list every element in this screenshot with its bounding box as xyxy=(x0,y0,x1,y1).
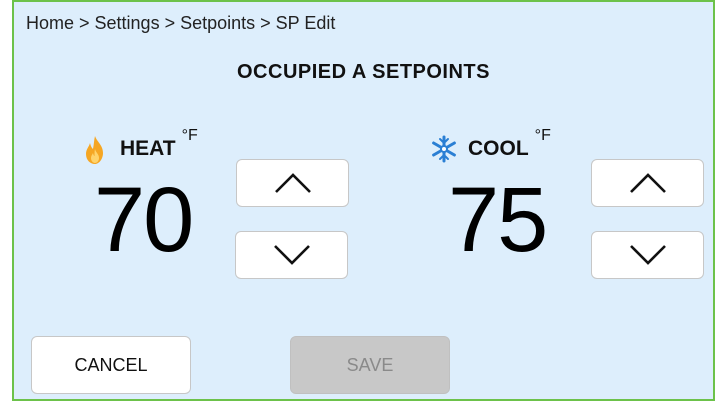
heat-label-group: HEAT °F xyxy=(82,127,198,165)
heat-setpoint-value: 70 xyxy=(94,169,194,271)
chevron-down-icon xyxy=(629,245,666,265)
heat-unit: °F xyxy=(181,127,198,144)
cool-label: COOL xyxy=(468,137,529,160)
flame-icon xyxy=(82,135,108,165)
cool-increase-button[interactable] xyxy=(591,159,704,207)
chevron-up-icon xyxy=(629,173,666,193)
save-button[interactable]: SAVE xyxy=(290,336,450,394)
heat-decrease-button[interactable] xyxy=(235,231,348,279)
heat-label: HEAT xyxy=(120,137,176,160)
cancel-button[interactable]: CANCEL xyxy=(31,336,191,394)
setpoint-edit-screen: Home > Settings > Setpoints > SP Edit OC… xyxy=(12,0,715,401)
cool-setpoint-value: 75 xyxy=(448,169,548,271)
chevron-down-icon xyxy=(273,245,310,265)
cool-decrease-button[interactable] xyxy=(591,231,704,279)
page-title: OCCUPIED A SETPOINTS xyxy=(237,61,490,83)
breadcrumb: Home > Settings > Setpoints > SP Edit xyxy=(26,13,336,33)
cool-unit: °F xyxy=(534,127,551,144)
snowflake-icon xyxy=(430,135,456,165)
chevron-up-icon xyxy=(274,173,311,193)
heat-increase-button[interactable] xyxy=(236,159,349,207)
cool-label-group: COOL °F xyxy=(430,127,551,165)
